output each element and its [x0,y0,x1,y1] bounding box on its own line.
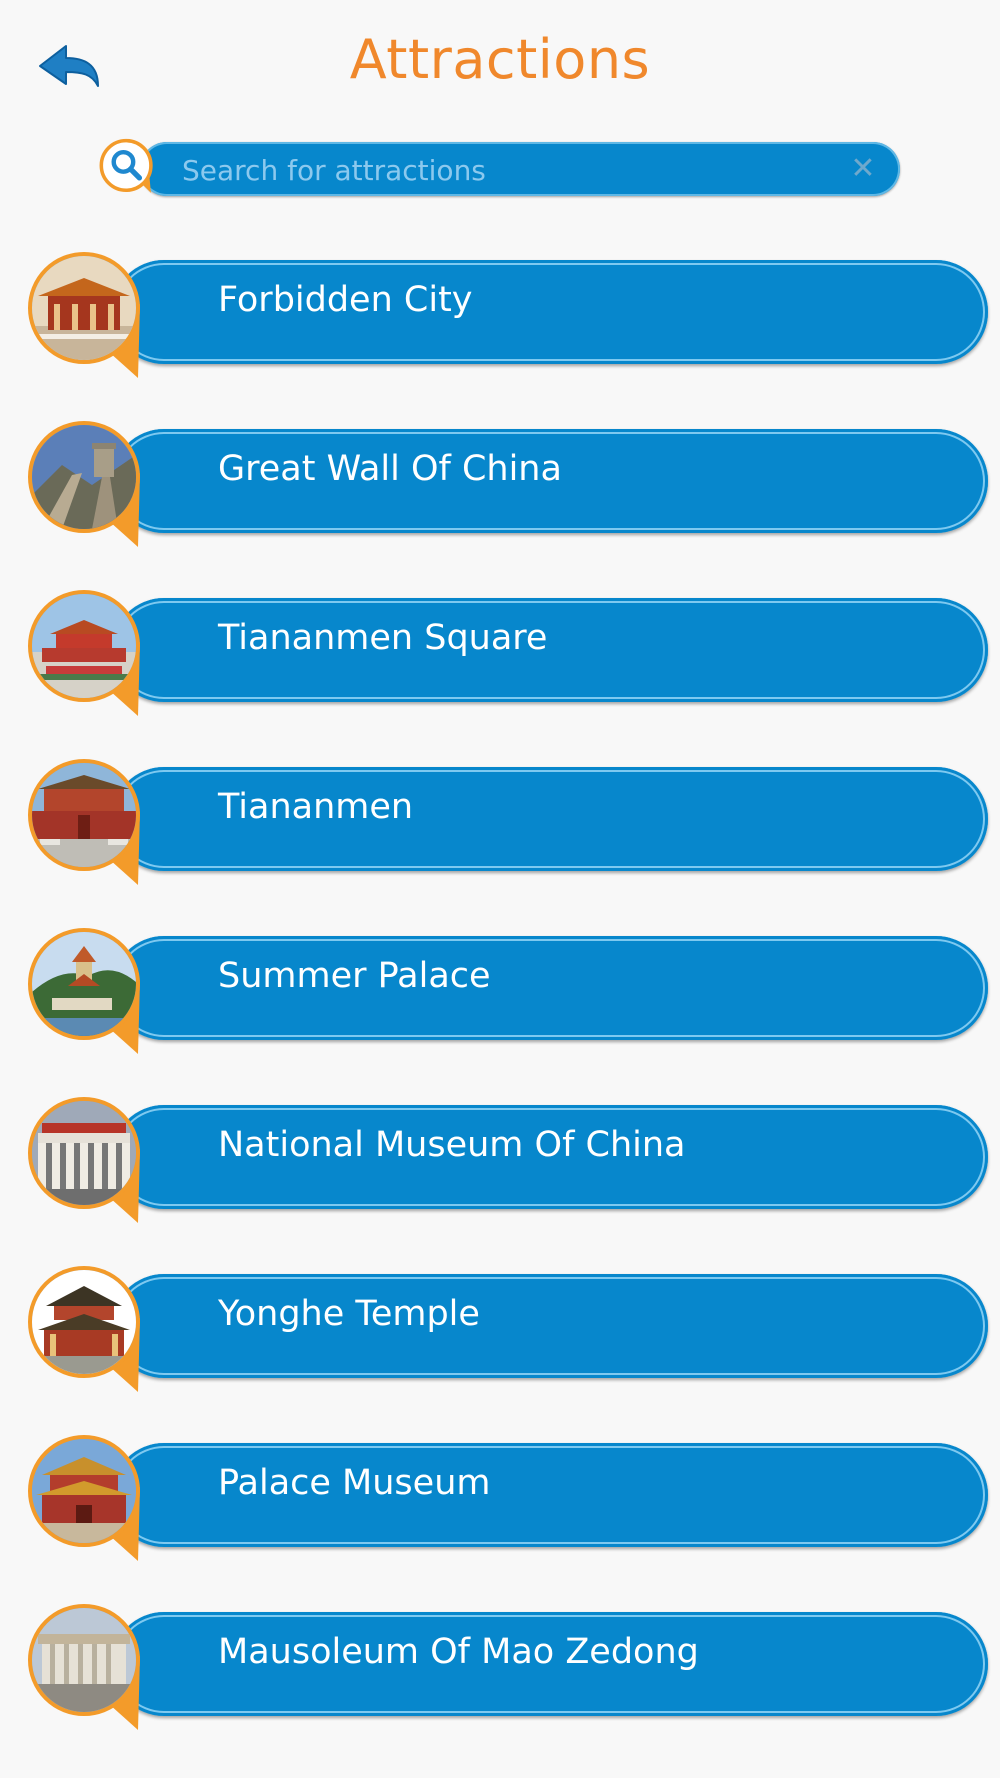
tiananmen-square-photo [28,590,140,702]
search-container: ✕ [96,138,906,210]
list-item[interactable]: Great Wall Of China [28,421,988,551]
list-item[interactable]: Forbidden City [28,252,988,382]
list-item[interactable]: National Museum Of China [28,1097,988,1227]
search-input[interactable] [180,148,824,192]
yonghe-temple-photo [28,1266,140,1378]
list-item[interactable]: Yonghe Temple [28,1266,988,1396]
attraction-label: Tiananmen [218,787,414,827]
attraction-label: Forbidden City [218,280,473,320]
thumbnail-badge [28,1435,144,1565]
page-title: Attractions [349,28,651,91]
great-wall-photo [28,421,140,533]
national-museum-photo [28,1097,140,1209]
list-item[interactable]: Mausoleum Of Mao Zedong [28,1604,988,1734]
summer-palace-photo [28,928,140,1040]
attraction-label: Summer Palace [218,956,491,996]
palace-museum-photo [28,1435,140,1547]
tiananmen-photo [28,759,140,871]
thumbnail-badge [28,590,144,720]
thumbnail-badge [28,928,144,1058]
attraction-label: Tiananmen Square [218,618,548,658]
thumbnail-badge [28,1097,144,1227]
thumbnail-badge [28,1266,144,1396]
clear-icon[interactable]: ✕ [846,152,880,186]
mausoleum-photo [28,1604,140,1716]
list-item[interactable]: Palace Museum [28,1435,988,1565]
attraction-label: Great Wall Of China [218,449,562,489]
list-item[interactable]: Tiananmen [28,759,988,889]
list-item[interactable]: Tiananmen Square [28,590,988,720]
thumbnail-badge [28,1604,144,1734]
thumbnail-badge [28,252,144,382]
thumbnail-badge [28,759,144,889]
attraction-label: Mausoleum Of Mao Zedong [218,1632,699,1672]
header-bar: Attractions [0,0,1000,120]
magnifier-icon [99,138,153,193]
forbidden-city-photo [28,252,140,364]
search-bar[interactable]: ✕ [140,142,900,196]
thumbnail-badge [28,421,144,551]
attraction-label: Palace Museum [218,1463,491,1503]
attraction-label: Yonghe Temple [218,1294,480,1334]
attraction-label: National Museum Of China [218,1125,686,1165]
list-item[interactable]: Summer Palace [28,928,988,1058]
